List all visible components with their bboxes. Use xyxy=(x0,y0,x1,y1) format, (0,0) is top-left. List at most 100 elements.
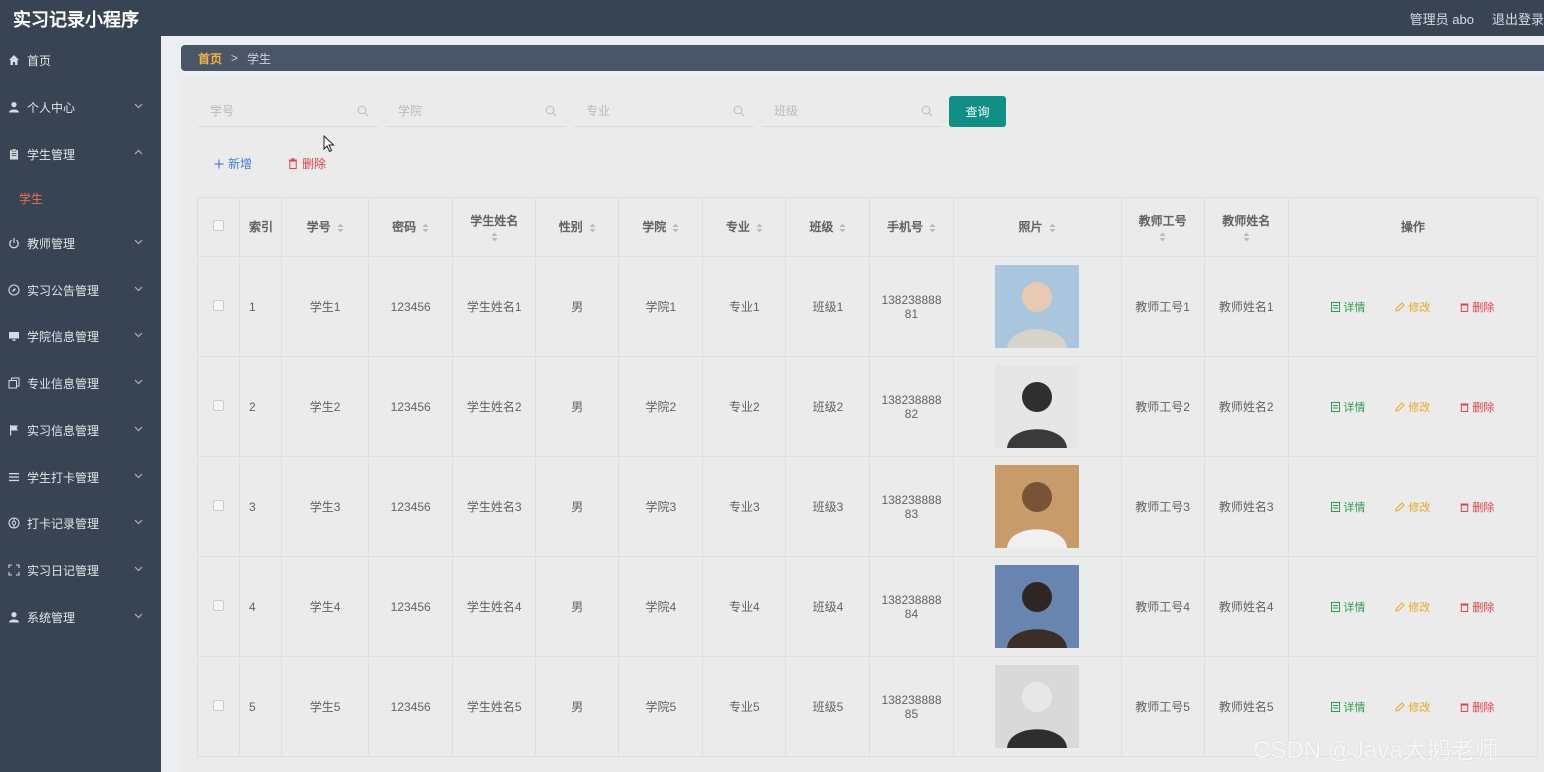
delete-button[interactable]: 删除 xyxy=(1460,699,1494,715)
sort-icon[interactable] xyxy=(672,223,679,233)
add-button[interactable]: 新增 xyxy=(214,155,252,172)
cell-index: 3 xyxy=(239,456,283,557)
aperture-icon xyxy=(7,517,20,530)
cell-phone: 138238888 82 xyxy=(869,356,954,457)
edit-label: 修改 xyxy=(1408,401,1431,414)
cell-class: 班级1 xyxy=(785,256,871,357)
edit-button[interactable]: 修改 xyxy=(1395,399,1430,415)
cell-photo xyxy=(952,256,1122,357)
sidebar-item-record-mgmt[interactable]: 打卡记录管理 xyxy=(0,508,161,538)
col-teacher-no[interactable]: 教师工号 xyxy=(1120,197,1205,257)
select-all-checkbox[interactable] xyxy=(213,220,225,231)
col-gender[interactable]: 性别 xyxy=(535,197,620,257)
class-input[interactable] xyxy=(762,97,912,125)
col-phone[interactable]: 手机号 xyxy=(869,197,954,257)
col-major[interactable]: 专业 xyxy=(702,197,787,257)
delete-label: 删除 xyxy=(1472,401,1495,414)
sidebar-item-system-mgmt[interactable]: 系统管理 xyxy=(0,602,161,632)
sidebar-item-student-mgmt[interactable]: 学生管理 xyxy=(0,139,161,169)
cell-password: 123456 xyxy=(368,556,454,657)
col-class[interactable]: 班级 xyxy=(785,197,871,257)
sidebar-item-label: 学生 xyxy=(19,191,44,206)
sort-icon[interactable] xyxy=(491,232,498,242)
sort-icon[interactable] xyxy=(422,223,429,233)
edit-icon xyxy=(1395,501,1406,512)
sort-icon[interactable] xyxy=(1243,232,1250,242)
col-teacher-name[interactable]: 教师姓名 xyxy=(1203,197,1289,257)
sort-icon[interactable] xyxy=(839,223,846,233)
row-checkbox[interactable] xyxy=(213,699,225,711)
delete-button[interactable]: 删除 xyxy=(1460,299,1494,315)
delete-label: 删除 xyxy=(1472,301,1495,314)
cell-student-name: 学生姓名4 xyxy=(452,556,537,657)
detail-button[interactable]: 详情 xyxy=(1331,399,1365,415)
cell-password: 123456 xyxy=(368,656,454,757)
detail-button[interactable]: 详情 xyxy=(1331,699,1365,715)
row-checkbox[interactable] xyxy=(213,499,225,511)
detail-button[interactable]: 详情 xyxy=(1331,299,1365,315)
trash-icon xyxy=(1460,303,1469,312)
row-checkbox[interactable] xyxy=(213,599,225,611)
cell-major: 专业4 xyxy=(702,556,787,657)
sort-icon[interactable] xyxy=(1159,232,1166,242)
detail-label: 详情 xyxy=(1343,601,1366,614)
sort-icon[interactable] xyxy=(337,223,344,233)
cell-major: 专业1 xyxy=(702,256,787,357)
cell-teacher-no: 教师工号1 xyxy=(1120,256,1205,357)
query-button[interactable]: 查询 xyxy=(949,96,1006,127)
table-row[interactable]: 3 学生3 123456 学生姓名3 男 学院3 专业3 班级3 1382388… xyxy=(197,456,1538,557)
chevron-down-icon xyxy=(134,613,143,619)
breadcrumb-home[interactable]: 首页 xyxy=(198,50,222,67)
batch-delete-button[interactable]: 删除 xyxy=(288,155,326,172)
sidebar-item-student[interactable]: 学生 xyxy=(0,183,161,213)
sidebar-item-home[interactable]: 首页 xyxy=(0,45,161,75)
sidebar-item-college-mgmt[interactable]: 学院信息管理 xyxy=(0,321,161,351)
delete-button[interactable]: 删除 xyxy=(1460,599,1494,615)
sort-icon[interactable] xyxy=(756,223,763,233)
document-icon xyxy=(1331,601,1341,612)
edit-button[interactable]: 修改 xyxy=(1395,699,1430,715)
row-select-cell xyxy=(197,456,241,557)
sidebar: 首页 个人中心 学生管理 学生 教师管理 实习公告管理 学院信息管理 专业信息管… xyxy=(0,36,161,772)
detail-button[interactable]: 详情 xyxy=(1331,599,1365,615)
college-input[interactable] xyxy=(386,97,536,125)
row-checkbox[interactable] xyxy=(213,399,225,411)
detail-label: 详情 xyxy=(1343,701,1366,714)
table-row[interactable]: 4 学生4 123456 学生姓名4 男 学院4 专业4 班级4 1382388… xyxy=(197,556,1538,657)
sort-icon[interactable] xyxy=(589,223,596,233)
col-college[interactable]: 学院 xyxy=(618,197,704,257)
edit-button[interactable]: 修改 xyxy=(1395,499,1430,515)
sort-icon[interactable] xyxy=(929,223,936,233)
sidebar-item-label: 首页 xyxy=(27,53,52,68)
delete-button[interactable]: 删除 xyxy=(1460,399,1494,415)
edit-button[interactable]: 修改 xyxy=(1395,299,1430,315)
sidebar-item-notice-mgmt[interactable]: 实习公告管理 xyxy=(0,275,161,305)
col-student-name[interactable]: 学生姓名 xyxy=(452,197,537,257)
edit-button[interactable]: 修改 xyxy=(1395,599,1430,615)
sidebar-item-major-mgmt[interactable]: 专业信息管理 xyxy=(0,368,161,398)
sidebar-item-checkin-mgmt[interactable]: 学生打卡管理 xyxy=(0,462,161,492)
student-no-input[interactable] xyxy=(198,97,348,125)
phone-line-2: 81 xyxy=(904,306,919,321)
sidebar-item-internship-mgmt[interactable]: 实习信息管理 xyxy=(0,415,161,445)
sort-icon[interactable] xyxy=(1049,223,1056,233)
document-icon xyxy=(1331,301,1341,312)
col-password[interactable]: 密码 xyxy=(368,197,454,257)
col-photo[interactable]: 照片 xyxy=(952,197,1122,257)
sidebar-item-label: 个人中心 xyxy=(27,100,76,115)
col-student-no[interactable]: 学号 xyxy=(281,197,370,257)
admin-user-label[interactable]: 管理员 abo xyxy=(1410,12,1474,27)
row-checkbox[interactable] xyxy=(213,299,225,311)
major-input[interactable] xyxy=(574,97,724,125)
delete-button[interactable]: 删除 xyxy=(1460,499,1494,515)
table-row[interactable]: 2 学生2 123456 学生姓名2 男 学院2 专业2 班级2 1382388… xyxy=(197,356,1538,457)
sidebar-item-profile[interactable]: 个人中心 xyxy=(0,92,161,122)
logout-link[interactable]: 退出登录 xyxy=(1492,12,1544,27)
detail-button[interactable]: 详情 xyxy=(1331,499,1365,515)
table-row[interactable]: 1 学生1 123456 学生姓名1 男 学院1 专业1 班级1 1382388… xyxy=(197,256,1538,357)
clipboard-icon xyxy=(7,148,20,161)
sidebar-item-teacher-mgmt[interactable]: 教师管理 xyxy=(0,228,161,258)
delete-label: 删除 xyxy=(1472,601,1495,614)
sidebar-item-diary-mgmt[interactable]: 实习日记管理 xyxy=(0,555,161,585)
phone-line-2: 84 xyxy=(904,606,919,621)
